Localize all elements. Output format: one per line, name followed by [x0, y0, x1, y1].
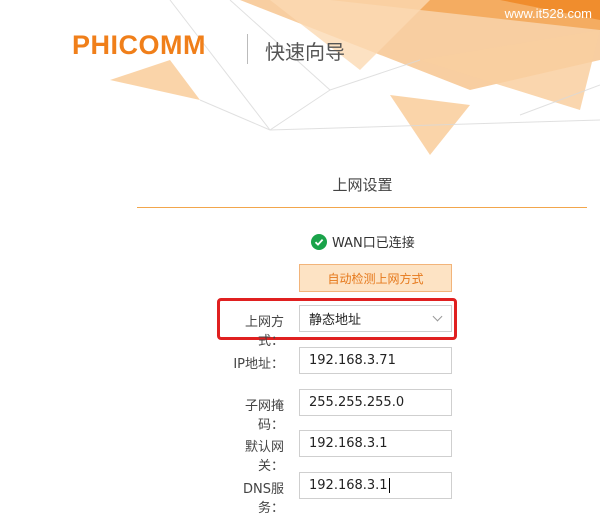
dns-label: DNS服务： [243, 482, 284, 516]
connection-type-select[interactable]: 静态地址 [299, 305, 452, 332]
gateway-field[interactable]: 192.168.3.1 [299, 430, 452, 457]
watermark-text: www.it528.com [504, 6, 592, 21]
check-circle-icon [311, 233, 327, 250]
connection-type-value: 静态地址 [309, 313, 362, 328]
wizard-title: 快速向导 [265, 40, 345, 64]
section-divider [137, 207, 587, 208]
dns-value: 192.168.3.1 [309, 478, 388, 493]
text-caret [388, 478, 390, 493]
auto-detect-button[interactable]: 自动检测上网方式 [299, 264, 452, 292]
ip-address-value: 192.168.3.71 [309, 353, 396, 368]
ip-address-field[interactable]: 192.168.3.71 [299, 347, 452, 374]
ip-address-label: IP地址： [233, 357, 284, 372]
gateway-label: 默认网关： [244, 440, 284, 474]
connection-type-label: 上网方式： [244, 315, 284, 349]
phicomm-logo: PHICOMM [72, 30, 206, 60]
wan-status: WAN口已连接 [311, 232, 415, 251]
section-title: 上网设置 [332, 176, 393, 194]
chevron-down-icon [432, 311, 443, 322]
wan-status-text: WAN口已连接 [332, 236, 415, 251]
dns-field[interactable]: 192.168.3.1 [299, 472, 452, 499]
subnet-mask-field[interactable]: 255.255.255.0 [299, 389, 452, 416]
logo-divider [247, 34, 248, 64]
subnet-mask-value: 255.255.255.0 [309, 395, 405, 410]
subnet-mask-label: 子网掩码： [244, 399, 284, 433]
gateway-value: 192.168.3.1 [309, 436, 388, 451]
